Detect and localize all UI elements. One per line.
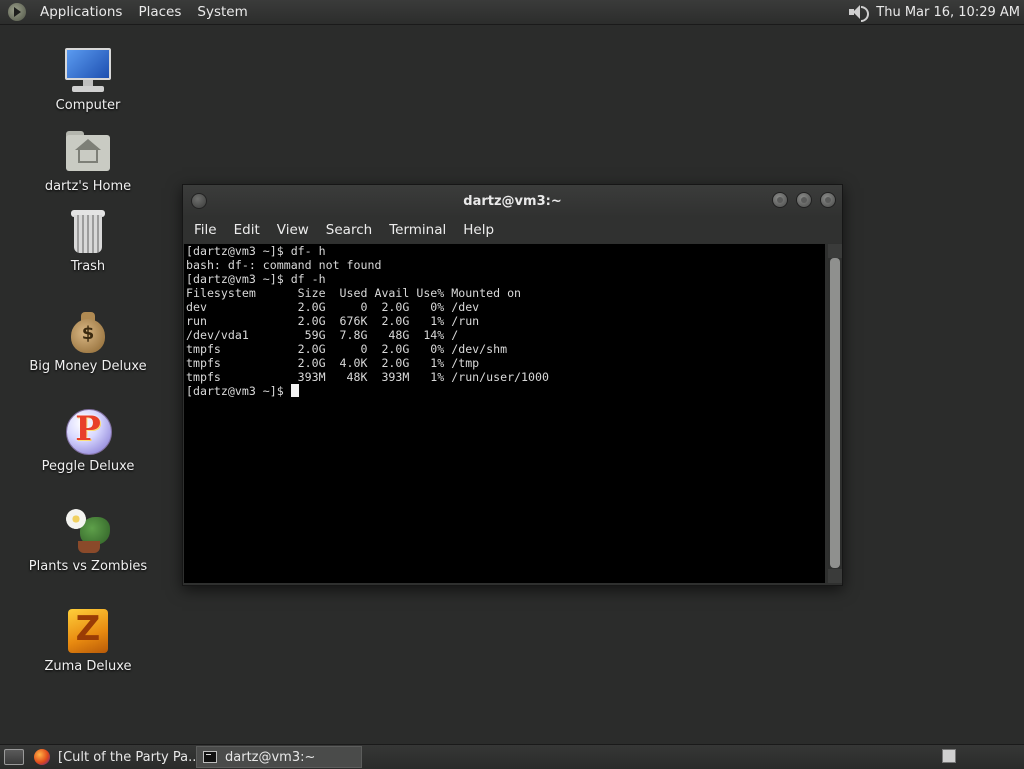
desktop-icon-home[interactable]: dartz's Home	[18, 127, 158, 194]
desktop-icon-label: Plants vs Zombies	[28, 559, 148, 574]
bottom-panel: [Cult of the Party Pa... dartz@vm3:~	[0, 744, 1024, 769]
scroll-thumb[interactable]	[830, 258, 840, 568]
peggle-icon: P	[64, 407, 112, 455]
computer-icon	[64, 46, 112, 94]
system-menu[interactable]: System	[189, 4, 255, 20]
desktop-icon-peggle[interactable]: P Peggle Deluxe	[18, 407, 158, 474]
window-titlebar[interactable]: dartz@vm3:~	[183, 185, 842, 217]
workspace-switcher-icon[interactable]	[942, 749, 956, 763]
applications-menu[interactable]: Applications	[32, 4, 130, 20]
menu-search[interactable]: Search	[317, 222, 380, 238]
taskbar-item-label: [Cult of the Party Pa...	[58, 749, 196, 765]
maximize-button[interactable]	[796, 192, 812, 208]
home-folder-icon	[64, 127, 112, 175]
distro-logo-icon[interactable]	[8, 3, 26, 21]
menu-edit[interactable]: Edit	[225, 222, 268, 238]
desktop-icon-trash[interactable]: Trash	[18, 207, 158, 274]
clock[interactable]: Thu Mar 16, 10:29 AM	[876, 5, 1020, 20]
window-title: dartz@vm3:~	[463, 193, 562, 209]
top-panel: Applications Places System Thu Mar 16, 1…	[0, 0, 1024, 25]
text-cursor	[290, 384, 299, 397]
window-menu-icon[interactable]	[191, 193, 207, 209]
terminal-history: [dartz@vm3 ~]$ df- h bash: df-: command …	[186, 244, 549, 384]
desktop-icon-label: Computer	[55, 98, 121, 113]
menu-terminal[interactable]: Terminal	[380, 222, 454, 238]
firefox-icon	[34, 749, 50, 765]
menu-help[interactable]: Help	[454, 222, 502, 238]
desktop-icon-computer[interactable]: Computer	[18, 46, 158, 113]
desktop-icon-label: Zuma Deluxe	[44, 659, 132, 674]
show-desktop-icon[interactable]	[4, 749, 24, 765]
terminal-window[interactable]: dartz@vm3:~ File Edit View Search Termin…	[182, 184, 843, 586]
minimize-button[interactable]	[772, 192, 788, 208]
money-bag-icon: $	[64, 307, 112, 355]
desktop-icon-plants-vs-zombies[interactable]: Plants vs Zombies	[18, 507, 158, 574]
volume-icon[interactable]	[848, 4, 870, 22]
desktop-icon-big-money[interactable]: $ Big Money Deluxe	[18, 307, 158, 374]
terminal-prompt: [dartz@vm3 ~]$	[186, 384, 291, 398]
taskbar-item-label: dartz@vm3:~	[225, 749, 316, 765]
desktop-icon-label: dartz's Home	[44, 179, 132, 194]
menu-view[interactable]: View	[268, 222, 317, 238]
menu-file[interactable]: File	[185, 222, 225, 238]
taskbar-item-firefox[interactable]: [Cult of the Party Pa...	[28, 746, 196, 768]
desktop-icon-label: Peggle Deluxe	[41, 459, 135, 474]
terminal-scrollbar[interactable]	[828, 244, 842, 583]
zuma-icon: Z	[64, 607, 112, 655]
scroll-down-button[interactable]	[828, 569, 842, 583]
trash-icon	[64, 207, 112, 255]
desktop-icon-label: Big Money Deluxe	[29, 359, 147, 374]
close-button[interactable]	[820, 192, 836, 208]
desktop-icon-zuma[interactable]: Z Zuma Deluxe	[18, 607, 158, 674]
desktop-icon-label: Trash	[70, 259, 106, 274]
terminal-menubar: File Edit View Search Terminal Help	[183, 217, 842, 243]
taskbar-item-terminal[interactable]: dartz@vm3:~	[196, 746, 362, 768]
terminal-output[interactable]: [dartz@vm3 ~]$ df- h bash: df-: command …	[184, 244, 825, 583]
terminal-icon	[203, 751, 217, 763]
places-menu[interactable]: Places	[130, 4, 189, 20]
plants-vs-zombies-icon	[64, 507, 112, 555]
scroll-up-button[interactable]	[828, 244, 842, 258]
